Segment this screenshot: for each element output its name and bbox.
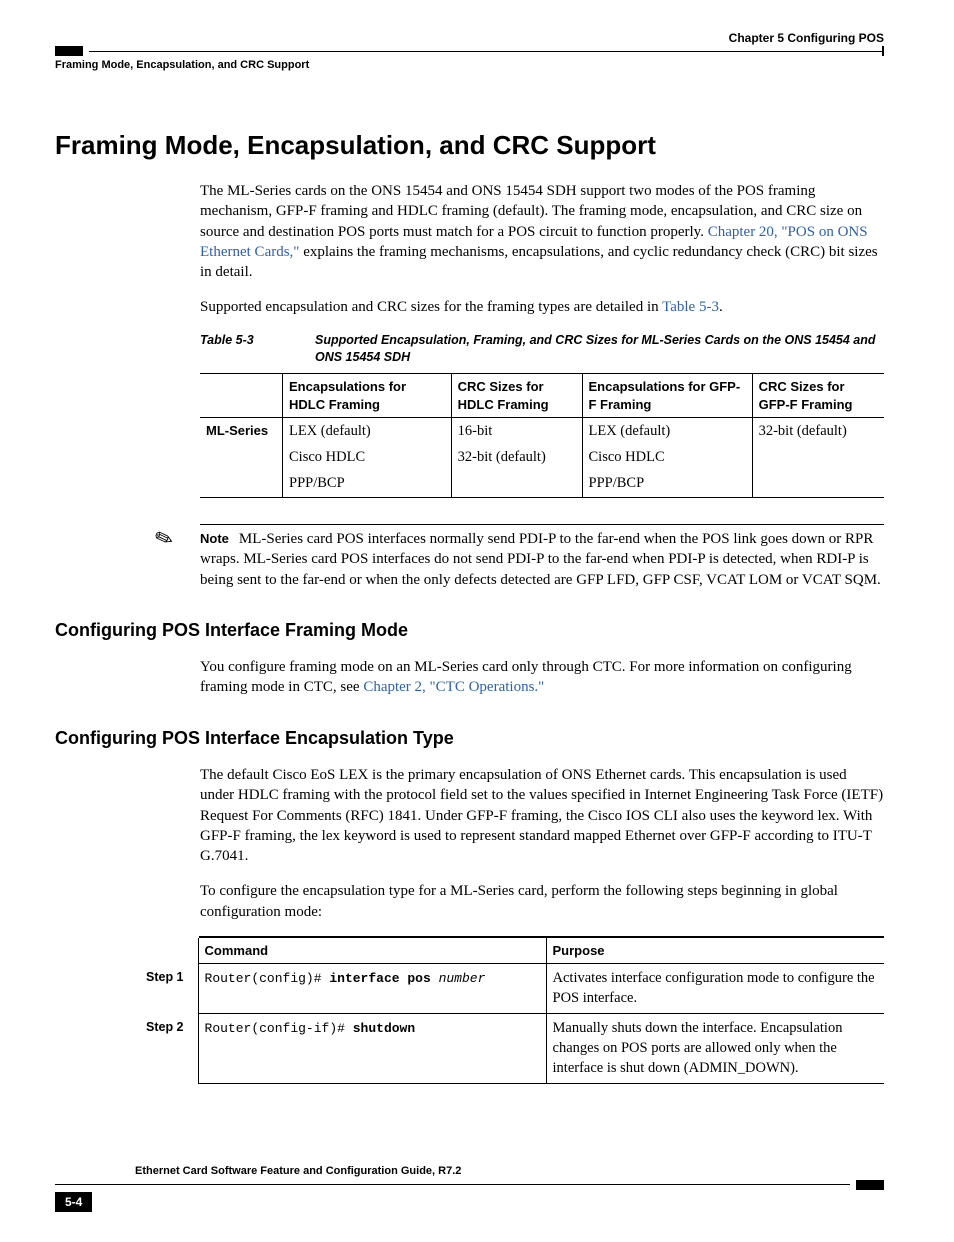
purpose-cell: Manually shuts down the interface. Encap… xyxy=(546,1014,884,1084)
cmd-keyword: interface pos xyxy=(329,971,430,986)
table-5-3-caption: Table 5-3 Supported Encapsulation, Frami… xyxy=(200,332,884,366)
table-5-3: Encapsulations for HDLC Framing CRC Size… xyxy=(200,373,884,498)
table-cell: 16-bit 32-bit (default) xyxy=(451,418,582,498)
cmd-prompt: Router(config-if)# xyxy=(205,1021,353,1036)
page-footer: Ethernet Card Software Feature and Confi… xyxy=(55,1164,884,1212)
header-section: Framing Mode, Encapsulation, and CRC Sup… xyxy=(55,58,884,73)
text: PPP/BCP xyxy=(289,474,445,494)
step-label: Step 2 xyxy=(140,1014,198,1084)
table-header-blank xyxy=(200,374,283,418)
link-table-5-3[interactable]: Table 5-3 xyxy=(662,299,719,315)
table-cell: LEX (default) Cisco HDLC PPP/BCP xyxy=(582,418,752,498)
intro-paragraph-2: Supported encapsulation and CRC sizes fo… xyxy=(200,297,884,317)
header-chapter: Chapter 5 Configuring POS xyxy=(55,30,884,46)
page-title: Framing Mode, Encapsulation, and CRC Sup… xyxy=(55,128,884,163)
table-header: CRC Sizes for GFP-F Framing xyxy=(752,374,884,418)
text: LEX (default) xyxy=(289,422,445,442)
table-header-blank xyxy=(140,937,198,964)
link-chapter-2[interactable]: Chapter 2, "CTC Operations." xyxy=(363,679,544,695)
table-row-label: ML-Series xyxy=(200,418,283,498)
text: PPP/BCP xyxy=(589,474,746,494)
table-header: Encapsulations for HDLC Framing xyxy=(283,374,452,418)
command-cell: Router(config-if)# shutdown xyxy=(198,1014,546,1084)
header-rule xyxy=(55,46,884,56)
note-label: Note xyxy=(200,531,229,546)
text: 32-bit (default) xyxy=(458,448,576,468)
cmd-arg: number xyxy=(431,971,486,986)
table-number: Table 5-3 xyxy=(200,332,315,366)
command-cell: Router(config)# interface pos number xyxy=(198,964,546,1014)
purpose-cell: Activates interface configuration mode t… xyxy=(546,964,884,1014)
encap-paragraph-2: To configure the encapsulation type for … xyxy=(200,881,884,922)
page-number: 5-4 xyxy=(55,1192,92,1212)
table-header: Encapsulations for GFP-F Framing xyxy=(582,374,752,418)
step-label: Step 1 xyxy=(140,964,198,1014)
section-heading-encapsulation-type: Configuring POS Interface Encapsulation … xyxy=(55,726,884,750)
text: Cisco HDLC xyxy=(589,448,746,468)
text: . xyxy=(719,299,723,315)
cmd-prompt: Router(config)# xyxy=(205,971,330,986)
table-header-command: Command xyxy=(198,937,546,964)
footer-doc-title: Ethernet Card Software Feature and Confi… xyxy=(135,1164,884,1179)
text: Supported encapsulation and CRC sizes fo… xyxy=(200,299,662,315)
table-cell: 32-bit (default) xyxy=(752,418,884,498)
note-text: ML-Series card POS interfaces normally s… xyxy=(200,531,881,588)
encap-paragraph-1: The default Cisco EoS LEX is the primary… xyxy=(200,765,884,866)
text: 32-bit (default) xyxy=(759,422,878,442)
framing-mode-paragraph: You configure framing mode on an ML-Seri… xyxy=(200,657,884,698)
table-header-purpose: Purpose xyxy=(546,937,884,964)
table-header: CRC Sizes for HDLC Framing xyxy=(451,374,582,418)
text: LEX (default) xyxy=(589,422,746,442)
pencil-icon: ✎ xyxy=(150,522,177,556)
section-heading-framing-mode: Configuring POS Interface Framing Mode xyxy=(55,618,884,642)
table-title: Supported Encapsulation, Framing, and CR… xyxy=(315,332,884,366)
steps-table: Command Purpose Step 1 Router(config)# i… xyxy=(140,936,884,1084)
text: Cisco HDLC xyxy=(289,448,445,468)
cmd-keyword: shutdown xyxy=(353,1021,415,1036)
intro-paragraph-1: The ML-Series cards on the ONS 15454 and… xyxy=(200,181,884,282)
note-block: ✎ NoteML-Series card POS interfaces norm… xyxy=(155,524,884,590)
table-cell: LEX (default) Cisco HDLC PPP/BCP xyxy=(283,418,452,498)
text: explains the framing mechanisms, encapsu… xyxy=(200,244,878,280)
text: 16-bit xyxy=(458,422,576,442)
